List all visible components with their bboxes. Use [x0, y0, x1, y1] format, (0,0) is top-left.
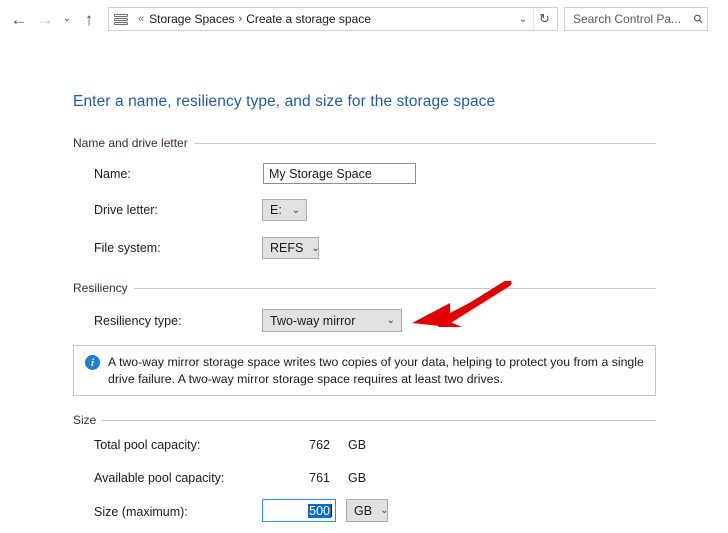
breadcrumb: « Storage Spaces › Create a storage spac… — [133, 12, 513, 26]
available-pool-capacity-label: Available pool capacity: — [94, 471, 225, 485]
section-header: Resiliency — [73, 281, 656, 295]
total-pool-capacity-label: Total pool capacity: — [94, 438, 201, 452]
address-dropdown-icon[interactable]: ⌄ — [513, 8, 533, 30]
page-title: Enter a name, resiliency type, and size … — [73, 93, 496, 110]
resiliency-type-label: Resiliency type: — [94, 314, 182, 328]
section-header: Size — [73, 413, 656, 427]
section-divider — [102, 419, 656, 421]
drive-letter-value: E: — [270, 203, 282, 217]
arrow-up-icon: ↑ — [84, 9, 94, 29]
back-icon: ← — [10, 9, 28, 29]
info-icon: i — [85, 355, 100, 370]
total-pool-capacity-value: 762 — [309, 438, 330, 452]
resiliency-type-value: Two-way mirror — [270, 313, 356, 328]
address-bar[interactable]: « Storage Spaces › Create a storage spac… — [108, 7, 558, 31]
resiliency-info-box: i A two-way mirror storage space writes … — [73, 345, 656, 396]
name-label: Name: — [94, 167, 131, 181]
total-pool-capacity-unit: GB — [348, 438, 367, 452]
section-name-and-drive-letter: Name and drive letter — [73, 136, 656, 150]
section-resiliency: Resiliency — [73, 281, 656, 295]
section-size: Size — [73, 413, 656, 427]
size-maximum-label: Size (maximum): — [94, 505, 188, 519]
name-input[interactable]: My Storage Space — [263, 163, 416, 184]
forward-icon: → — [36, 9, 54, 29]
forward-button[interactable]: → — [32, 6, 58, 32]
back-button[interactable]: ← — [6, 6, 32, 32]
section-title: Resiliency — [73, 281, 128, 295]
section-divider — [133, 287, 656, 289]
file-system-label: File system: — [94, 241, 161, 255]
file-system-select[interactable]: REFS ⌄ — [262, 237, 320, 259]
size-maximum-input[interactable]: 500 — [262, 499, 336, 522]
available-pool-capacity-unit: GB — [348, 471, 367, 485]
size-unit-value: GB — [354, 503, 373, 518]
section-title: Size — [73, 413, 97, 427]
breadcrumb-item-storage-spaces[interactable]: Storage Spaces — [149, 12, 234, 26]
breadcrumb-item-create-a-storage-space[interactable]: Create a storage space — [246, 12, 371, 26]
search-input[interactable]: Search Control Pa... — [573, 12, 694, 26]
storage-spaces-icon — [114, 11, 128, 27]
resiliency-type-select[interactable]: Two-way mirror ⌄ — [262, 309, 402, 332]
name-input-value: My Storage Space — [269, 166, 372, 181]
explorer-toolbar: ← → ⌄ ↑ « Storage Spaces › Create a stor… — [0, 0, 728, 38]
chevron-down-icon: ⌄ — [291, 204, 300, 216]
chevron-down-icon: ⌄ — [311, 242, 320, 254]
size-unit-select[interactable]: GB ⌄ — [346, 499, 388, 522]
chevron-down-icon: ⌄ — [380, 505, 389, 516]
drive-letter-label: Drive letter: — [94, 203, 158, 217]
file-system-value: REFS — [270, 241, 304, 255]
recent-locations-button[interactable]: ⌄ — [58, 6, 76, 32]
address-bar-actions: ⌄ ↻ — [513, 8, 555, 30]
text-caret — [331, 504, 332, 517]
drive-letter-select[interactable]: E: ⌄ — [262, 199, 307, 221]
refresh-icon[interactable]: ↻ — [533, 8, 555, 30]
section-header: Name and drive letter — [73, 136, 656, 150]
search-box[interactable]: Search Control Pa... ⚲ — [564, 7, 708, 31]
breadcrumb-separator-icon: › — [238, 13, 243, 25]
available-pool-capacity-value: 761 — [309, 471, 330, 485]
chevron-down-icon: ⌄ — [386, 315, 395, 326]
breadcrumb-overflow-icon[interactable]: « — [138, 13, 144, 25]
section-title: Name and drive letter — [73, 136, 188, 150]
resiliency-info-text: A two-way mirror storage space writes tw… — [108, 355, 644, 386]
size-maximum-value: 500 — [308, 503, 331, 518]
chevron-down-icon: ⌄ — [62, 13, 72, 24]
up-button[interactable]: ↑ — [76, 6, 102, 32]
section-divider — [193, 142, 656, 144]
